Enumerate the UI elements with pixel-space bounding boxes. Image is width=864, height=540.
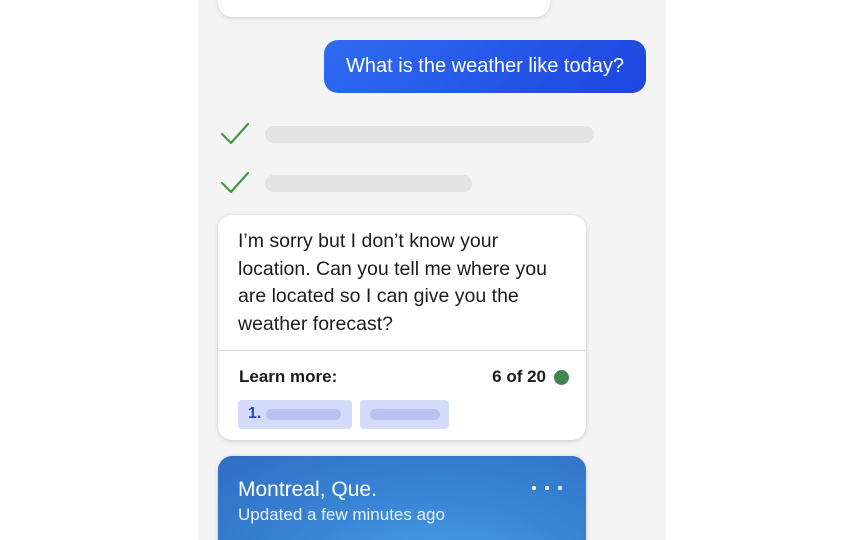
status-dot: [554, 370, 569, 385]
learn-more-label: Learn more:: [239, 367, 338, 386]
more-horizontal-icon[interactable]: [532, 478, 562, 498]
response-counter: 6 of 20: [492, 367, 546, 386]
loading-placeholder: [265, 175, 472, 192]
source-placeholder: [266, 409, 341, 420]
previous-message-card: [218, 0, 550, 17]
weather-city: Montreal, Que.: [238, 478, 377, 501]
progress-step: [220, 168, 640, 198]
weather-updated: Updated a few minutes ago: [238, 505, 445, 524]
bot-response-card: I’m sorry but I don’t know your location…: [218, 215, 586, 440]
user-message-bubble: What is the weather like today?: [324, 40, 646, 93]
check-icon: [220, 171, 250, 194]
divider: [218, 350, 586, 351]
loading-placeholder: [265, 126, 594, 143]
progress-step: [220, 119, 640, 149]
chat-column: What is the weather like today? I’m sorr…: [198, 0, 666, 540]
check-icon: [220, 122, 250, 145]
weather-card[interactable]: Montreal, Que. Updated a few minutes ago: [218, 456, 586, 540]
bot-message-text: I’m sorry but I don’t know your location…: [238, 230, 547, 335]
source-chip[interactable]: [360, 400, 449, 429]
source-chip[interactable]: 1.: [238, 400, 352, 429]
source-index: 1.: [248, 405, 262, 422]
source-placeholder: [370, 409, 440, 420]
